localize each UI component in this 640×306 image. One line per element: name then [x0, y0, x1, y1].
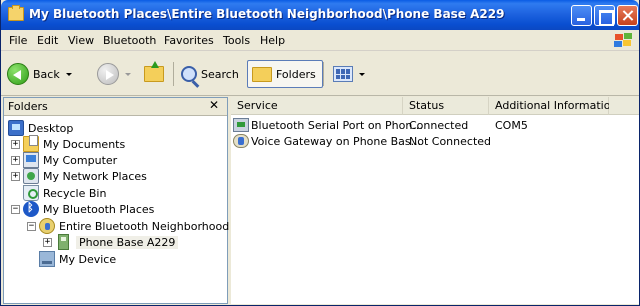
- tree-item-label: My Device: [59, 252, 117, 266]
- folders-icon: [252, 66, 272, 82]
- back-dropdown-icon[interactable]: [65, 72, 72, 76]
- back-arrow-icon: [7, 63, 29, 85]
- tree-item-label: Phone Base A229: [76, 235, 179, 249]
- title-bar[interactable]: My Bluetooth Places\Entire Bluetooth Nei…: [1, 0, 639, 30]
- menu-file[interactable]: File: [9, 34, 27, 47]
- tree-item-network-places[interactable]: My Network Places: [23, 168, 147, 184]
- service-status: Connected: [409, 118, 469, 132]
- menu-tools[interactable]: Tools: [223, 34, 250, 47]
- tree-item-label: Recycle Bin: [43, 186, 107, 200]
- expand-toggle-icon[interactable]: +: [11, 156, 20, 165]
- phone-icon: [58, 234, 69, 250]
- tree-item-bluetooth-places[interactable]: My Bluetooth Places: [23, 201, 154, 217]
- folders-label: Folders: [276, 67, 316, 81]
- tree-item-label: Entire Bluetooth Neighborhood: [59, 219, 230, 233]
- list-item[interactable]: Bluetooth Serial Port on Phon...: [233, 117, 423, 133]
- maximize-button[interactable]: [594, 5, 615, 26]
- collapse-toggle-icon[interactable]: −: [11, 205, 20, 214]
- up-folder-button[interactable]: [144, 60, 164, 88]
- tree-item-my-documents[interactable]: My Documents: [23, 135, 126, 152]
- collapse-toggle-icon[interactable]: −: [27, 222, 36, 231]
- menu-view[interactable]: View: [68, 34, 94, 47]
- tree-item-bluetooth-neighborhood[interactable]: Entire Bluetooth Neighborhood: [39, 218, 229, 234]
- tree-item-phone-base[interactable]: Phone Base A229: [55, 234, 179, 250]
- up-folder-icon: [144, 61, 164, 82]
- search-button[interactable]: Search: [181, 60, 239, 88]
- forward-arrow-icon: [97, 63, 119, 85]
- tree-item-label: My Bluetooth Places: [43, 202, 155, 216]
- menu-edit[interactable]: Edit: [37, 34, 58, 47]
- windows-logo-icon: [613, 32, 633, 48]
- tree-item-label: My Documents: [43, 137, 126, 151]
- column-header-service[interactable]: Service: [231, 97, 403, 115]
- toolbar-separator: [173, 62, 174, 86]
- tree-item-my-computer[interactable]: My Computer: [23, 152, 117, 168]
- explorer-window: My Bluetooth Places\Entire Bluetooth Nei…: [0, 0, 640, 306]
- service-name: Bluetooth Serial Port on Phon...: [251, 118, 423, 132]
- network-places-icon: [23, 168, 39, 184]
- expand-toggle-icon[interactable]: +: [11, 140, 20, 149]
- tree-item-desktop[interactable]: Desktop: [8, 120, 73, 136]
- expand-toggle-icon[interactable]: +: [11, 172, 20, 181]
- my-computer-icon: [23, 152, 39, 168]
- column-header-additional-info[interactable]: Additional Information: [489, 97, 617, 115]
- forward-dropdown-icon[interactable]: [125, 72, 131, 76]
- recycle-bin-icon: [23, 185, 39, 201]
- window-title: My Bluetooth Places\Entire Bluetooth Nei…: [29, 7, 505, 21]
- menu-bar: File Edit View Bluetooth Favorites Tools…: [1, 30, 639, 51]
- expand-toggle-icon[interactable]: +: [43, 238, 52, 247]
- voice-gateway-icon: [233, 134, 249, 148]
- column-header-status[interactable]: Status: [403, 97, 489, 115]
- service-additional-info: COM5: [495, 118, 528, 132]
- views-button[interactable]: [333, 60, 365, 88]
- column-header-filler: [609, 97, 639, 115]
- my-device-icon: [39, 251, 55, 267]
- serial-port-icon: [233, 118, 249, 132]
- neighborhood-icon: [39, 218, 55, 234]
- close-pane-icon[interactable]: ✕: [209, 98, 219, 112]
- minimize-button[interactable]: [571, 5, 592, 26]
- services-list-view: Service Status Additional Information Bl…: [231, 97, 639, 304]
- search-icon: [181, 66, 197, 82]
- back-label: Back: [33, 67, 60, 81]
- views-dropdown-icon[interactable]: [359, 72, 365, 76]
- folders-pane-title: Folders: [8, 100, 48, 113]
- bluetooth-icon: [23, 201, 39, 217]
- folders-button[interactable]: Folders: [247, 60, 323, 88]
- views-icon: [333, 66, 353, 82]
- search-label: Search: [201, 67, 239, 81]
- toolbar: Back Search Folders: [1, 52, 639, 96]
- close-button[interactable]: [617, 5, 638, 26]
- service-name: Voice Gateway on Phone Bas...: [251, 134, 422, 148]
- tree-item-label: Desktop: [28, 121, 74, 135]
- menu-favorites[interactable]: Favorites: [164, 34, 214, 47]
- desktop-icon: [8, 120, 24, 136]
- toolbar-separator: [323, 62, 324, 86]
- menu-bluetooth[interactable]: Bluetooth: [103, 34, 156, 47]
- tree-item-label: My Computer: [43, 153, 118, 167]
- service-status: Not Connected: [409, 134, 492, 148]
- menu-help[interactable]: Help: [260, 34, 285, 47]
- tree-item-my-device[interactable]: My Device: [39, 251, 116, 267]
- folder-icon: [8, 5, 24, 21]
- tree-item-recycle-bin[interactable]: Recycle Bin: [23, 185, 106, 201]
- back-button[interactable]: Back: [7, 60, 72, 88]
- list-item[interactable]: Voice Gateway on Phone Bas...: [233, 133, 421, 149]
- folders-pane-header: Folders ✕: [4, 98, 227, 116]
- my-documents-icon: [23, 135, 39, 152]
- tree-item-label: My Network Places: [43, 169, 147, 183]
- forward-button[interactable]: [97, 60, 131, 88]
- folders-pane: Folders ✕ Desktop + My Documents + My Co…: [3, 97, 229, 304]
